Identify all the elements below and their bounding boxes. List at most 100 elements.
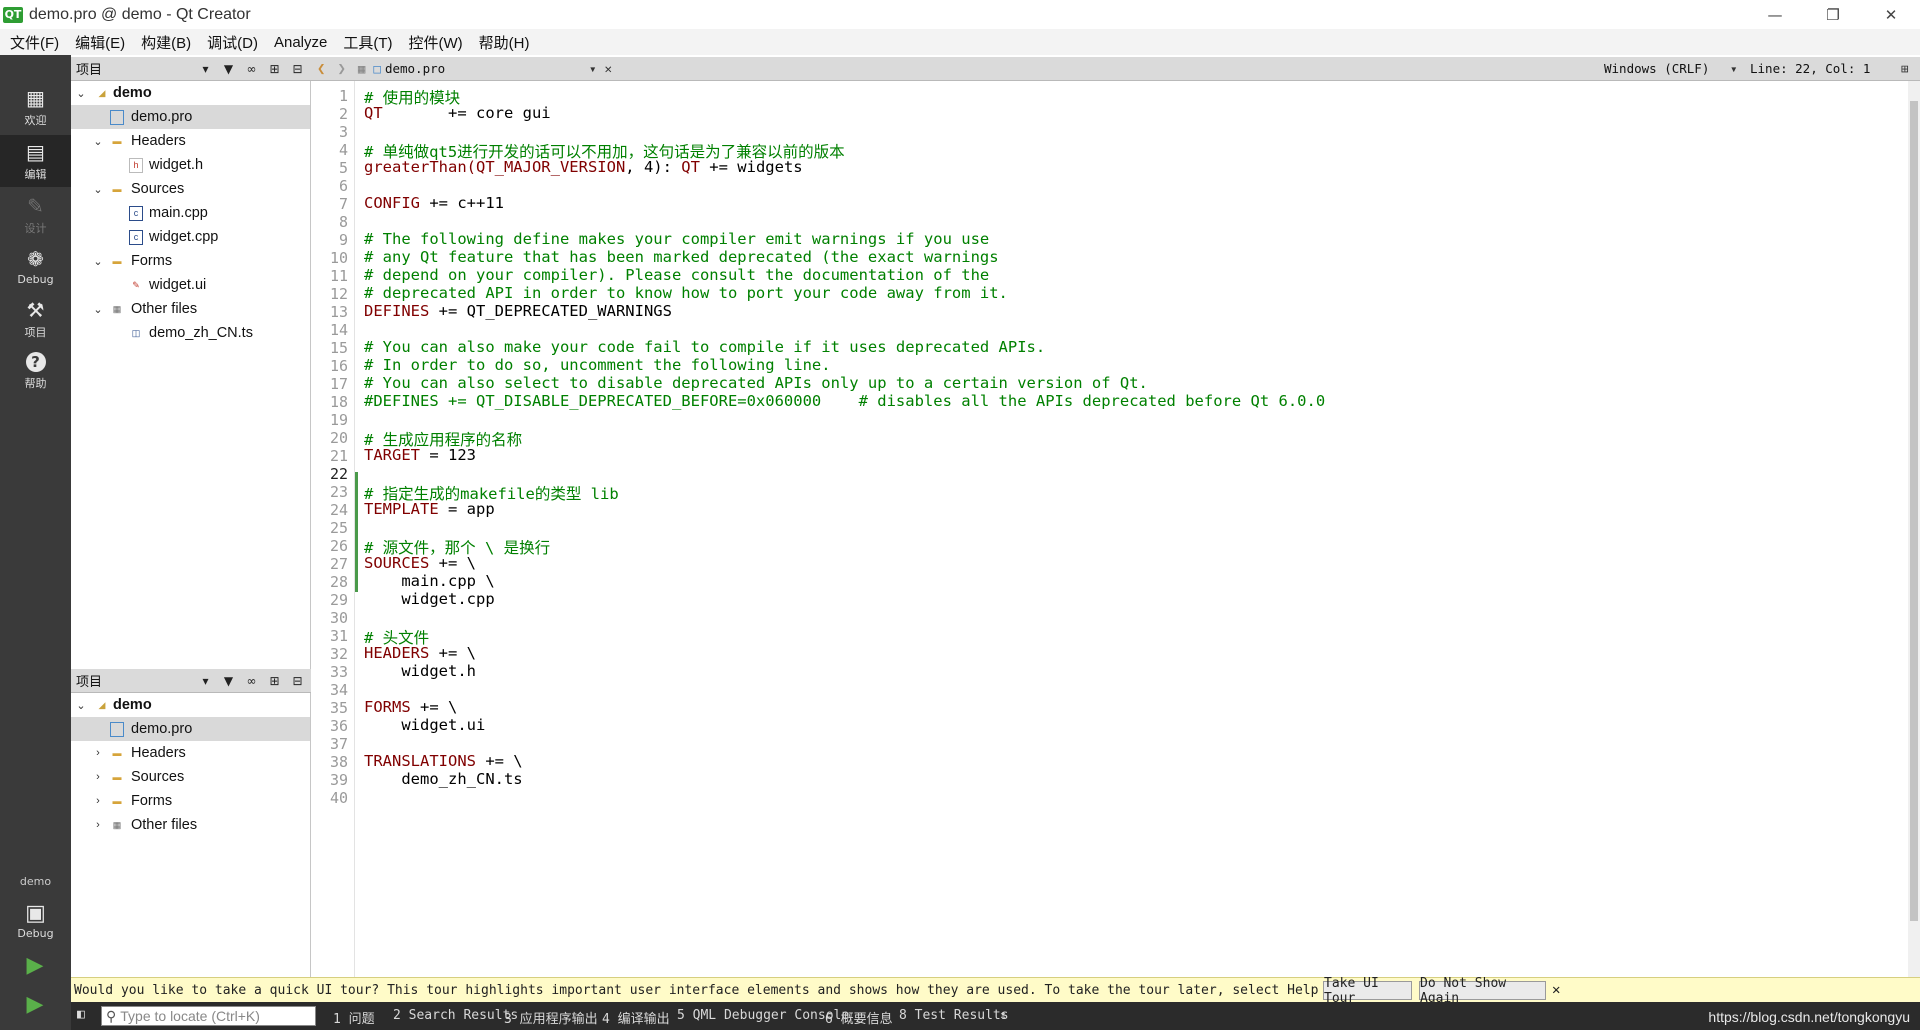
line-ending-dropdown-icon[interactable]: ▾ <box>1730 61 1738 76</box>
tree2-item-demo-pro[interactable]: demo.pro <box>71 717 310 741</box>
line-number: 38 <box>329 753 348 771</box>
tab-test-results[interactable]: 8 Test Results <box>899 1008 1009 1023</box>
do-not-show-again-button[interactable]: Do Not Show Again <box>1419 976 1546 1006</box>
dropdown-icon[interactable]: ▾ <box>194 62 217 76</box>
chevron-down-icon[interactable]: ⌄ <box>74 87 88 100</box>
filter-icon[interactable]: ▼ <box>217 674 240 688</box>
chevron-right-icon[interactable]: › <box>91 747 105 759</box>
tree2-item-headers[interactable]: › ▬ Headers <box>71 741 310 765</box>
run-button[interactable]: ▶ <box>22 952 48 978</box>
mode-help[interactable]: ? 帮助 <box>0 345 71 397</box>
tab-general-messages[interactable]: 6 概要信息 <box>825 1008 893 1027</box>
tab-issues[interactable]: 1 问题 <box>333 1008 375 1027</box>
menu-widgets[interactable]: 控件(W) <box>401 32 471 53</box>
mode-design[interactable]: ✎ 设计 <box>0 189 71 241</box>
chevron-down-icon[interactable]: ⌄ <box>91 255 105 268</box>
tree-item-other-files[interactable]: ⌄ ▦ Other files <box>71 297 310 321</box>
documents-dropdown-icon[interactable]: ▾ <box>589 61 597 76</box>
tab-search-results[interactable]: 2 Search Results <box>393 1008 518 1023</box>
tree-item-widget-ui[interactable]: ✎ widget.ui <box>71 273 310 297</box>
tree2-item-other-files[interactable]: › ▦ Other files <box>71 813 310 837</box>
tree2-item-forms[interactable]: › ▬ Forms <box>71 789 310 813</box>
tab-compile-output[interactable]: 4 编译输出 <box>602 1008 670 1027</box>
menu-build[interactable]: 构建(B) <box>133 32 199 53</box>
projects-pane2-title[interactable]: 项目 <box>76 671 194 690</box>
tree2-item-demo[interactable]: ⌄ ◢ demo <box>71 693 310 717</box>
open-document-selector[interactable]: demo.pro <box>385 61 589 76</box>
code-editor[interactable]: 1 2 3 4 5 6 7 8 9 10 11 12 13 14 15 16 17 18 19 20 21 22 23 24 2… <box>311 81 1908 977</box>
tab-qml-debugger-console[interactable]: 5 QML Debugger Console <box>677 1008 849 1023</box>
line-number: 2 <box>338 105 348 123</box>
split-icon[interactable]: ⊞ <box>263 674 286 688</box>
menu-file[interactable]: 文件(F) <box>2 32 67 53</box>
split-icon[interactable]: ⊞ <box>263 62 286 76</box>
tree-item-main-cpp[interactable]: c main.cpp <box>71 201 310 225</box>
chevron-down-icon[interactable]: ⌄ <box>74 699 88 712</box>
code-line: DEFINES += QT_DEPRECATED_WARNINGS <box>364 302 672 320</box>
menu-edit[interactable]: 编辑(E) <box>67 32 133 53</box>
cursor-position[interactable]: Line: 22, Col: 1 <box>1750 61 1870 76</box>
restore-button[interactable]: ❐ <box>1804 0 1862 29</box>
tree-item-forms[interactable]: ⌄ ▬ Forms <box>71 249 310 273</box>
tab-application-output[interactable]: 3 应用程序输出 <box>504 1008 598 1027</box>
nav-back-icon[interactable]: ❮ <box>317 61 325 77</box>
menu-help[interactable]: 帮助(H) <box>471 32 538 53</box>
tree-item-widget-h[interactable]: h widget.h <box>71 153 310 177</box>
line-ending-selector[interactable]: Windows (CRLF) <box>1604 61 1709 76</box>
dropdown-icon[interactable]: ▾ <box>194 674 217 688</box>
chevron-right-icon[interactable]: › <box>91 819 105 831</box>
line-number: 31 <box>329 627 348 645</box>
line-number: 33 <box>329 663 348 681</box>
take-ui-tour-button[interactable]: Take UI Tour <box>1323 976 1412 1006</box>
search-icon: ⚲ <box>106 1007 117 1024</box>
chevron-right-icon[interactable]: › <box>91 795 105 807</box>
tree-item-demo[interactable]: ⌄ ◢ demo <box>71 81 310 105</box>
scrollbar-thumb[interactable] <box>1910 101 1918 921</box>
tree-item-sources[interactable]: ⌄ ▬ Sources <box>71 177 310 201</box>
menu-debug[interactable]: 调试(D) <box>199 32 266 53</box>
toggle-sidebar-icon[interactable]: ◧ <box>77 1007 85 1022</box>
tree2-item-sources[interactable]: › ▬ Sources <box>71 765 310 789</box>
line-number: 10 <box>329 249 348 267</box>
tree-item-headers[interactable]: ⌄ ▬ Headers <box>71 129 310 153</box>
mode-welcome[interactable]: ▦ 欢迎 <box>0 81 71 133</box>
menu-analyze[interactable]: Analyze <box>266 34 335 51</box>
close-button[interactable]: ✕ <box>1862 0 1920 29</box>
chevron-down-icon[interactable]: ⌄ <box>91 135 105 148</box>
tree-label: Forms <box>131 793 173 809</box>
mode-edit[interactable]: ▤ 编辑 <box>0 135 71 187</box>
link-icon[interactable]: ∞ <box>240 62 263 76</box>
close-infobar-icon[interactable]: ✕ <box>1552 982 1560 998</box>
code-token: = app <box>438 500 495 518</box>
more-tabs-icon[interactable]: ⇕ <box>999 1008 1007 1023</box>
chevron-down-icon[interactable]: ⌄ <box>91 183 105 196</box>
mode-projects[interactable]: ⚒ 项目 <box>0 293 71 345</box>
menu-tools[interactable]: 工具(T) <box>335 32 400 53</box>
split-editor-icon[interactable]: ⊞ <box>1901 61 1909 76</box>
tree-label: demo_zh_CN.ts <box>149 325 253 341</box>
kit-selector[interactable]: ▣ Debug <box>0 893 71 949</box>
mode-debug-label: Debug <box>17 273 54 286</box>
chevron-right-icon[interactable]: › <box>91 771 105 783</box>
projects-pane-title[interactable]: 项目 <box>76 59 194 78</box>
locator-input[interactable]: ⚲ Type to locate (Ctrl+K) <box>101 1006 316 1026</box>
tree-item-ts[interactable]: ◫ demo_zh_CN.ts <box>71 321 310 345</box>
tree-label: main.cpp <box>149 205 208 221</box>
nav-forward-icon[interactable]: ❯ <box>337 61 345 77</box>
tree-item-widget-cpp[interactable]: c widget.cpp <box>71 225 310 249</box>
folder-icon: ▬ <box>112 256 122 266</box>
code-line: TEMPLATE = app <box>364 500 495 518</box>
tree-item-demo-pro[interactable]: demo.pro <box>71 105 310 129</box>
mode-debug[interactable]: ❁ Debug <box>0 241 71 293</box>
editor-vertical-scrollbar[interactable] <box>1908 81 1920 977</box>
minimize-button[interactable]: — <box>1746 0 1804 29</box>
link-icon[interactable]: ∞ <box>240 674 263 688</box>
debug-run-button[interactable]: ▶ <box>22 991 48 1017</box>
chevron-down-icon[interactable]: ⌄ <box>91 303 105 316</box>
filter-icon[interactable]: ▼ <box>217 62 240 76</box>
close-pane-icon[interactable]: ⊟ <box>286 62 309 76</box>
help-icon: ? <box>25 351 46 372</box>
lock-icon: ▦ <box>357 61 366 76</box>
close-document-icon[interactable]: ✕ <box>604 61 612 76</box>
close-pane-icon[interactable]: ⊟ <box>286 674 309 688</box>
